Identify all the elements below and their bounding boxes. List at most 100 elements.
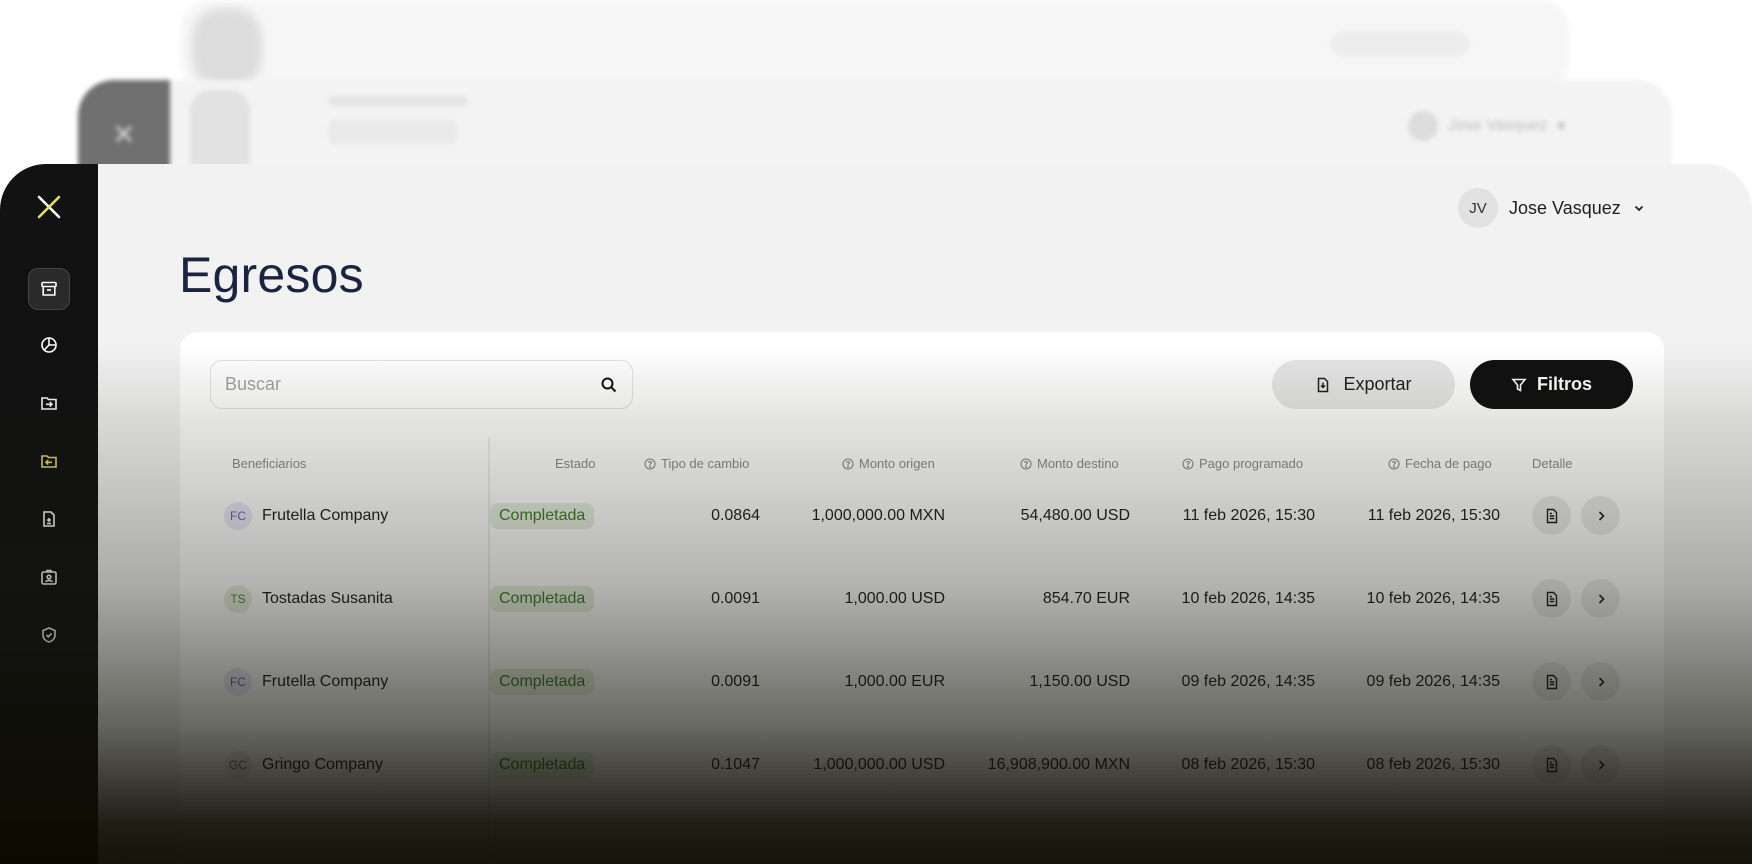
search-input[interactable] (211, 361, 600, 408)
status-cell: Completada (490, 475, 595, 557)
status-badge: Completada (490, 586, 595, 612)
chevron-right-icon (1598, 676, 1605, 687)
open-detail-button[interactable] (1581, 496, 1620, 535)
filter-icon (1511, 378, 1527, 392)
beneficiary-name: Tostadas Susanita (262, 590, 393, 607)
help-circle-icon[interactable] (1020, 457, 1032, 470)
background-user-name: Jose Vasquez (1448, 117, 1548, 134)
transactions-card: Exportar Filtros Beneficiarios Estado Ti… (180, 332, 1664, 864)
open-detail-button[interactable] (1581, 745, 1620, 784)
destination-amount-cell: 16,908,900.00 MXN (987, 756, 1130, 773)
column-header-beneficiaries[interactable]: Beneficiarios (232, 456, 306, 471)
background-user-avatar (1408, 111, 1438, 141)
help-circle-icon[interactable] (644, 457, 656, 470)
search-box (210, 360, 633, 409)
background-window-back (180, 0, 1570, 90)
destination-amount-cell: 54,480.00 USD (1020, 507, 1130, 524)
header-label: Estado (555, 456, 596, 471)
payment-date-cell: 11 feb 2026, 15:30 (1367, 507, 1500, 524)
column-header-exchange-rate[interactable]: Tipo de cambio (644, 456, 749, 471)
status-cell: Completada (490, 558, 595, 640)
source-amount-cell: 1,000.00 USD (844, 590, 945, 607)
scheduled-payment-cell: 11 feb 2026, 15:30 (1182, 507, 1315, 524)
column-header-destination-amount[interactable]: Monto destino (1020, 456, 1119, 471)
column-header-payment-date[interactable]: Fecha de pago (1388, 456, 1492, 471)
status-badge: Completada (490, 752, 595, 778)
export-label: Exportar (1343, 374, 1412, 394)
screenshot-stage: ✕ Jose Vasquez ▾ JV Jose Vasquez Egresos… (0, 0, 1752, 864)
sidebar-item-beneficiaries[interactable] (28, 556, 70, 598)
background-chevron-icon: ▾ (1557, 118, 1566, 135)
payment-date-cell: 09 feb 2026, 14:35 (1366, 673, 1500, 690)
document-icon (1546, 508, 1557, 523)
app-logo-icon[interactable] (36, 194, 62, 220)
background-user-menu: Jose Vasquez ▾ (1408, 110, 1578, 142)
export-button[interactable]: Exportar (1272, 360, 1455, 409)
filters-button[interactable]: Filtros (1470, 360, 1633, 409)
column-header-status[interactable]: Estado (555, 456, 595, 471)
help-circle-icon[interactable] (1388, 457, 1400, 470)
search-icon[interactable] (600, 376, 618, 394)
status-badge: Completada (490, 669, 595, 695)
filters-label: Filtros (1536, 374, 1592, 394)
header-label: Monto destino (1037, 456, 1119, 471)
view-document-button[interactable] (1532, 579, 1571, 618)
scheduled-payment-cell: 10 feb 2026, 14:35 (1181, 590, 1315, 607)
sidebar-item-security[interactable] (28, 614, 70, 656)
source-amount-cell: 1,000.00 EUR (844, 673, 945, 690)
view-document-button[interactable] (1532, 662, 1571, 701)
sidebar-item-documents[interactable] (28, 498, 70, 540)
document-icon (1546, 591, 1557, 606)
folder-in-icon (41, 397, 57, 410)
app-window: JV Jose Vasquez Egresos Exportar Filtros (0, 164, 1752, 864)
status-cell: Completada (490, 724, 595, 806)
exchange-rate-cell: 0.0864 (711, 507, 760, 524)
main-content: JV Jose Vasquez Egresos Exportar Filtros (98, 164, 1752, 864)
table-row[interactable]: FC Frutella Company Completada 0.0091 1,… (180, 641, 1664, 723)
table-row[interactable]: TS Tostadas Susanita Completada 0.0091 1… (180, 558, 1664, 640)
beneficiary-initials: GC (224, 751, 252, 779)
open-detail-button[interactable] (1581, 662, 1620, 701)
view-document-button[interactable] (1532, 745, 1571, 784)
user-badge-icon (41, 569, 57, 585)
header-label: Tipo de cambio (661, 456, 750, 471)
column-header-source-amount[interactable]: Monto origen (842, 456, 935, 471)
column-header-scheduled-payment[interactable]: Pago programado (1182, 456, 1303, 471)
sidebar-item-egresos[interactable] (28, 440, 70, 482)
destination-amount-cell: 854.70 EUR (1042, 590, 1130, 607)
background-subtitle-placeholder (328, 120, 458, 144)
exchange-rate-cell: 0.0091 (711, 673, 760, 690)
chart-pie-icon (41, 337, 57, 353)
background-logo-icon: ✕ (112, 119, 136, 150)
beneficiary-initials: TS (224, 585, 252, 613)
sidebar-item-ingresos[interactable] (28, 382, 70, 424)
view-document-button[interactable] (1532, 496, 1571, 535)
page-title: Egresos (179, 247, 364, 303)
file-export-icon (1318, 377, 1329, 392)
status-badge: Completada (490, 503, 595, 529)
status-cell: Completada (490, 641, 595, 723)
sidebar-item-archive[interactable] (28, 268, 70, 310)
exchange-rate-cell: 0.0091 (711, 590, 760, 607)
table-row[interactable]: GC Gringo Company Completada 0.1047 1,00… (180, 724, 1664, 806)
help-circle-icon[interactable] (842, 457, 854, 470)
shield-check-icon (42, 627, 56, 643)
beneficiary-initials: FC (224, 502, 252, 530)
document-icon (43, 511, 55, 527)
header-label: Pago programado (1199, 456, 1304, 471)
open-detail-button[interactable] (1581, 579, 1620, 618)
help-circle-icon[interactable] (1182, 457, 1194, 470)
header-label: Beneficiarios (232, 456, 307, 471)
beneficiary-cell: FC Frutella Company (224, 475, 388, 557)
column-header-detail: Detalle (1532, 456, 1572, 471)
sidebar-item-dashboard[interactable] (28, 324, 70, 366)
chevron-down-icon[interactable] (1632, 201, 1646, 215)
scheduled-payment-cell: 08 feb 2026, 15:30 (1181, 756, 1315, 773)
header-label: Detalle (1532, 456, 1573, 471)
table-row[interactable]: FC Frutella Company Completada 0.0864 1,… (180, 475, 1664, 557)
chevron-right-icon (1598, 593, 1605, 604)
user-menu[interactable]: JV Jose Vasquez (1458, 188, 1646, 228)
exchange-rate-cell: 0.1047 (711, 756, 760, 773)
avatar: JV (1458, 188, 1498, 228)
archive-icon (41, 281, 57, 296)
